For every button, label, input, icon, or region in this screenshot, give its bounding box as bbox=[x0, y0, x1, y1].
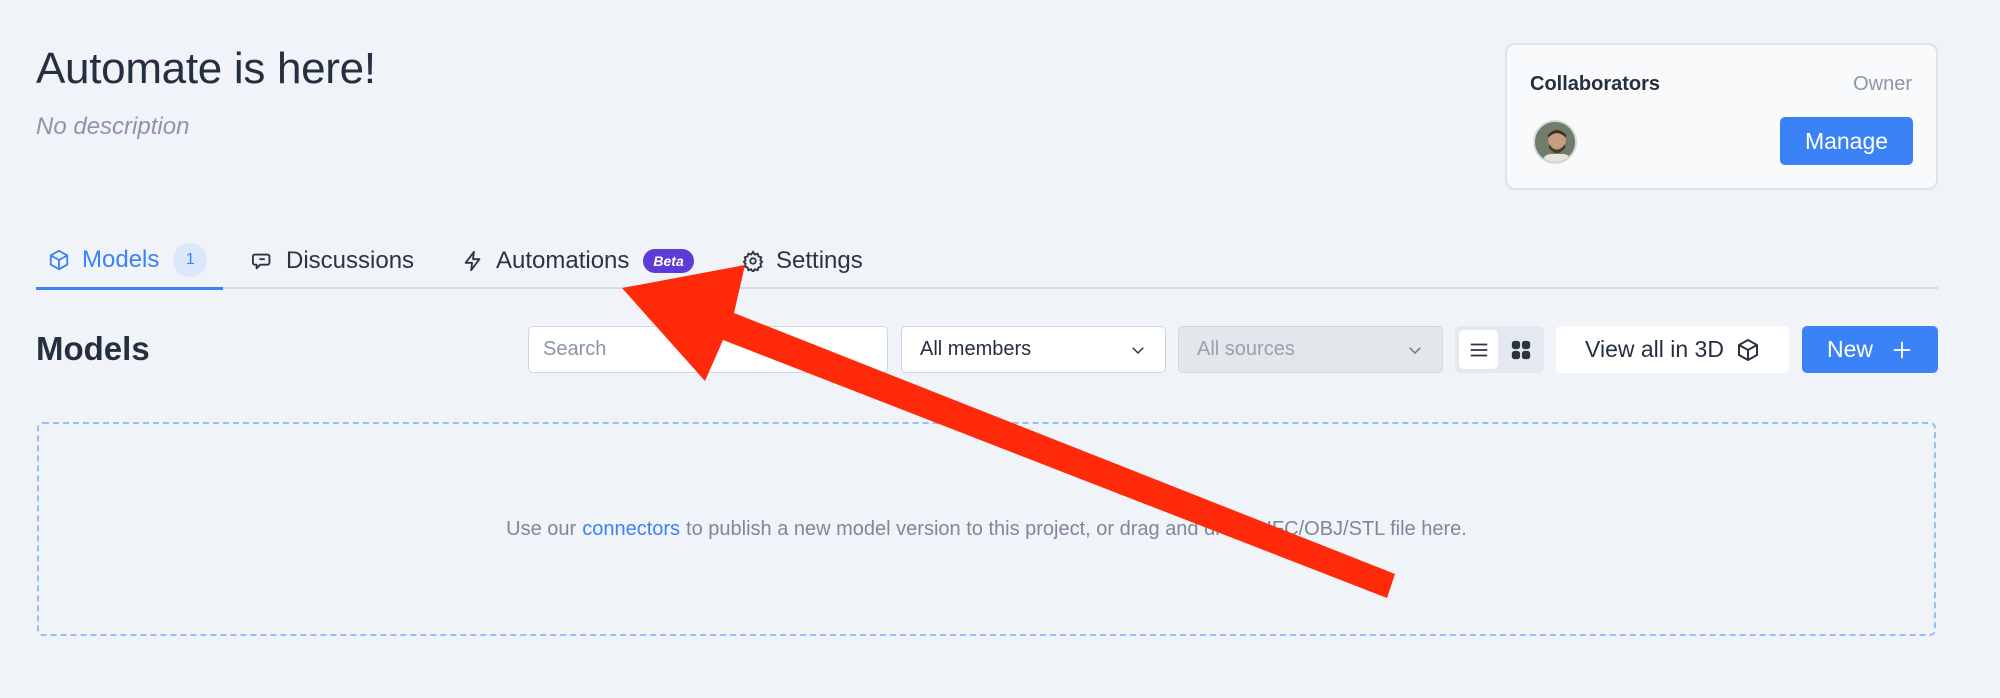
new-model-button[interactable]: New bbox=[1802, 326, 1938, 373]
cube-icon bbox=[1737, 338, 1758, 361]
model-dropzone[interactable]: Use our connectors to publish a new mode… bbox=[37, 422, 1936, 636]
tab-discussions[interactable]: Discussions bbox=[252, 232, 414, 289]
gear-icon bbox=[742, 249, 764, 272]
sources-filter[interactable]: All sources bbox=[1178, 326, 1443, 373]
tab-settings[interactable]: Settings bbox=[742, 232, 863, 289]
manage-button[interactable]: Manage bbox=[1780, 117, 1913, 165]
cube-icon bbox=[49, 249, 69, 270]
list-icon bbox=[1470, 343, 1487, 356]
bolt-icon bbox=[464, 250, 481, 271]
search-input[interactable] bbox=[528, 326, 888, 373]
list-view-button[interactable] bbox=[1459, 330, 1498, 369]
tab-models-label: Models bbox=[82, 245, 160, 273]
dropzone-text-after: to publish a new model version to this p… bbox=[686, 517, 1467, 540]
project-tabs: Models 1 Discussions Automations Beta Se… bbox=[36, 232, 1938, 290]
chevron-down-icon bbox=[1132, 346, 1144, 354]
chevron-down-icon bbox=[1409, 346, 1421, 354]
members-filter-value: All members bbox=[920, 338, 1032, 360]
collaborators-title: Collaborators bbox=[1530, 73, 1661, 95]
tab-automations[interactable]: Automations Beta bbox=[462, 232, 694, 289]
tab-automations-label: Automations bbox=[496, 246, 630, 274]
tab-models[interactable]: Models 1 bbox=[36, 232, 223, 290]
tab-settings-label: Settings bbox=[776, 246, 863, 274]
tab-discussions-label: Discussions bbox=[286, 246, 415, 274]
beta-badge: Beta bbox=[643, 248, 694, 273]
grid-view-button[interactable] bbox=[1501, 330, 1540, 369]
models-section-title: Models bbox=[36, 330, 150, 367]
members-filter[interactable]: All members bbox=[901, 326, 1166, 373]
connectors-link[interactable]: connectors bbox=[582, 518, 680, 541]
models-count-badge: 1 bbox=[173, 242, 208, 277]
collaborator-role: Owner bbox=[1853, 73, 1912, 95]
chat-icon bbox=[252, 253, 271, 269]
page-description[interactable]: No description bbox=[36, 113, 189, 141]
avatar[interactable] bbox=[1533, 120, 1577, 164]
plus-icon bbox=[1893, 341, 1911, 358]
sources-filter-value: All sources bbox=[1197, 338, 1295, 360]
collaborators-card: Collaborators Owner Manage bbox=[1505, 43, 1938, 190]
view-toggle bbox=[1455, 326, 1544, 373]
view-all-3d-button[interactable]: View all in 3D bbox=[1556, 326, 1789, 373]
grid-icon bbox=[1511, 340, 1530, 359]
view-all-3d-label: View all in 3D bbox=[1585, 336, 1724, 362]
new-model-label: New bbox=[1826, 336, 1873, 362]
dropzone-text-before: Use our bbox=[506, 517, 577, 540]
page-title: Automate is here! bbox=[36, 44, 376, 93]
